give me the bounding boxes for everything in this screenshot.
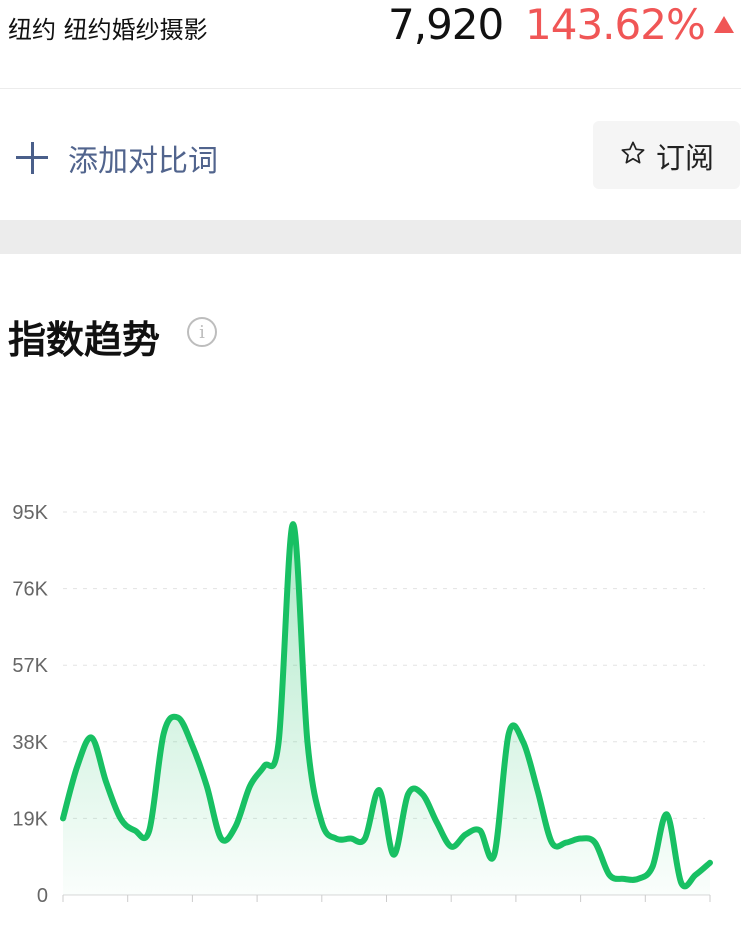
info-icon[interactable]: i [187,317,217,347]
section-title: 指数趋势 [8,318,161,362]
y-tick-label: 0 [37,885,48,907]
y-tick-label: 95K [12,502,48,524]
y-tick-label: 19K [12,808,48,830]
section-divider [0,220,741,254]
plus-icon[interactable] [16,142,48,174]
trend-chart: 0 19K 38K 57K 76K 95K [12,502,713,907]
keyword-summary-row: 纽约 纽约婚纱摄影 7,920 143.62% [0,0,741,89]
up-triangle-icon [714,16,734,33]
y-tick-label: 76K [12,579,48,601]
y-tick-label: 38K [12,732,48,754]
keyword-label: 纽约 纽约婚纱摄影 [8,16,208,44]
index-value: 7,920 [388,0,504,49]
subscribe-label[interactable]: 订阅 [656,135,714,177]
add-compare-word-button[interactable]: 添加对比词 [68,136,218,180]
y-tick-label: 57K [12,655,48,677]
change-percent: 143.62% [525,0,706,49]
star-icon [621,141,645,164]
